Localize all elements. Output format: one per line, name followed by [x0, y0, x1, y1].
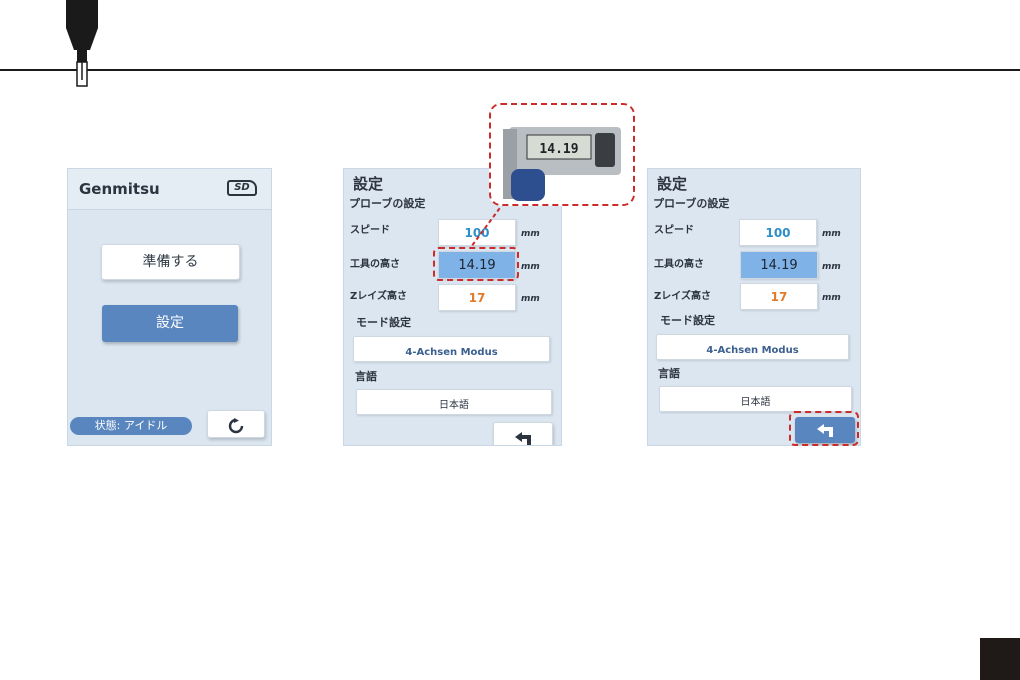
language-select[interactable]: 日本語: [659, 386, 852, 412]
language-heading: 言語: [355, 370, 377, 383]
header-rule: [0, 69, 1020, 71]
z-raise-label: Zレイズ高さ: [350, 291, 407, 302]
language-value: 日本語: [740, 397, 771, 408]
mode-value: 4-Achsen Modus: [706, 345, 799, 356]
language-heading: 言語: [658, 367, 680, 380]
back-arrow-icon: [515, 431, 531, 445]
main-topbar: Genmitsu SD: [68, 169, 271, 210]
mode-select[interactable]: 4-Achsen Modus: [656, 334, 849, 360]
z-raise-label: Zレイズ高さ: [654, 291, 711, 302]
brand-title: Genmitsu: [79, 180, 160, 198]
speed-label: スピード: [654, 225, 694, 236]
tool-height-highlight: [433, 247, 519, 281]
z-raise-unit: mm: [521, 294, 540, 304]
caliper-readout: 14.19: [539, 142, 578, 157]
z-raise-field[interactable]: 17: [740, 283, 818, 310]
probe-settings-heading: プローブの設定: [653, 197, 730, 210]
tool-height-field[interactable]: 14.19: [740, 251, 818, 279]
language-select[interactable]: 日本語: [356, 389, 552, 415]
tool-height-label: 工具の高さ: [654, 259, 704, 270]
status-badge: 状態: アイドル: [70, 417, 192, 435]
caliper-photo: 14.19: [489, 103, 635, 206]
mode-heading: モード設定: [660, 314, 715, 327]
page-tab: [980, 638, 1020, 680]
settings-screen-back: 設定 プローブの設定 スピード 100 mm 工具の高さ 14.19 mm Zレ…: [647, 168, 861, 446]
speed-label: スピード: [350, 225, 390, 236]
back-button-highlight: [789, 411, 859, 446]
main-screen: Genmitsu SD 準備する 設定 状態: アイドル: [67, 168, 272, 446]
z-raise-field[interactable]: 17: [438, 284, 516, 311]
prepare-button[interactable]: 準備する: [101, 244, 240, 280]
probe-settings-heading: プローブの設定: [349, 197, 426, 210]
tool-height-label: 工具の高さ: [350, 259, 400, 270]
settings-title: 設定: [657, 175, 688, 193]
language-value: 日本語: [439, 400, 469, 411]
mode-heading: モード設定: [356, 316, 411, 329]
speed-field[interactable]: 100: [739, 219, 817, 246]
speed-unit: mm: [521, 229, 540, 239]
sd-card-icon: SD: [227, 180, 257, 196]
caliper-illustration: 14.19: [491, 105, 633, 204]
z-raise-unit: mm: [822, 293, 841, 303]
mode-value: 4-Achsen Modus: [405, 347, 498, 358]
reset-icon: [228, 417, 244, 433]
speed-unit: mm: [822, 229, 841, 239]
mode-select[interactable]: 4-Achsen Modus: [353, 336, 550, 362]
reset-button[interactable]: [207, 410, 265, 438]
tool-height-unit: mm: [822, 262, 841, 272]
settings-screen-tool-height: 設定 プローブの設定 スピード 100 mm 工具の高さ 14.19 mm Zレ…: [343, 168, 562, 446]
settings-button[interactable]: 設定: [102, 305, 238, 342]
probe-icon: [66, 0, 98, 87]
settings-title: 設定: [353, 175, 384, 193]
tool-height-unit: mm: [521, 262, 540, 272]
back-button[interactable]: [493, 422, 553, 445]
